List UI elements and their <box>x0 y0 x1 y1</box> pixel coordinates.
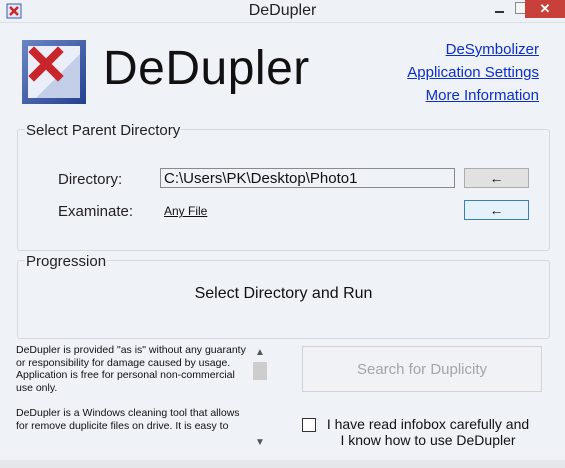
infobox-text: DeDupler is provided "as is" without any… <box>16 344 246 432</box>
dedupler-logo-icon <box>22 40 86 104</box>
window-title: DeDupler <box>248 2 317 19</box>
close-button[interactable]: ✕ <box>525 0 565 18</box>
parent-directory-group: Select Parent Directory Directory: C:\Us… <box>17 122 550 251</box>
window-bottom-edge <box>0 460 565 468</box>
progression-legend: Progression <box>25 253 108 270</box>
scroll-thumb[interactable] <box>253 362 267 380</box>
infobox[interactable]: DeDupler is provided "as is" without any… <box>14 344 268 450</box>
confirm-checkbox-label[interactable]: I have read infobox carefully and I know… <box>325 416 531 448</box>
confirm-checkbox[interactable] <box>302 418 316 432</box>
arrow-left-icon: ← <box>489 202 504 218</box>
application-settings-link[interactable]: Application Settings <box>407 64 539 81</box>
close-icon: ✕ <box>539 1 551 16</box>
scroll-down-icon[interactable]: ▼ <box>252 434 268 450</box>
progression-status: Select Directory and Run <box>194 285 373 302</box>
directory-label: Directory: <box>58 171 123 188</box>
examinate-filter-link[interactable]: Any File <box>164 204 207 218</box>
directory-field[interactable]: C:\Users\PK\Desktop\Photo1 <box>160 168 455 188</box>
app-brand-title: DeDupler <box>103 42 310 95</box>
examinate-label: Examinate: <box>58 203 134 220</box>
examinate-button[interactable]: ← <box>464 200 529 220</box>
browse-directory-button[interactable]: ← <box>464 168 529 188</box>
infobox-scrollbar[interactable]: ▲ ▼ <box>252 344 268 450</box>
scroll-up-icon[interactable]: ▲ <box>252 344 268 360</box>
arrow-left-icon: ← <box>489 170 504 186</box>
desymbolizer-link[interactable]: DeSymbolizer <box>446 41 539 58</box>
search-for-duplicity-button[interactable]: Search for Duplicity <box>302 346 542 392</box>
parent-directory-legend: Select Parent Directory <box>25 122 182 139</box>
minimize-button[interactable] <box>489 0 509 18</box>
progression-group: Progression Select Directory and Run <box>17 253 550 339</box>
dedupler-window: DeDupler ✕ DeDupler DeSymbolizer Applica… <box>0 0 565 468</box>
title-bar: DeDupler ✕ <box>0 0 565 23</box>
more-information-link[interactable]: More Information <box>426 87 539 104</box>
